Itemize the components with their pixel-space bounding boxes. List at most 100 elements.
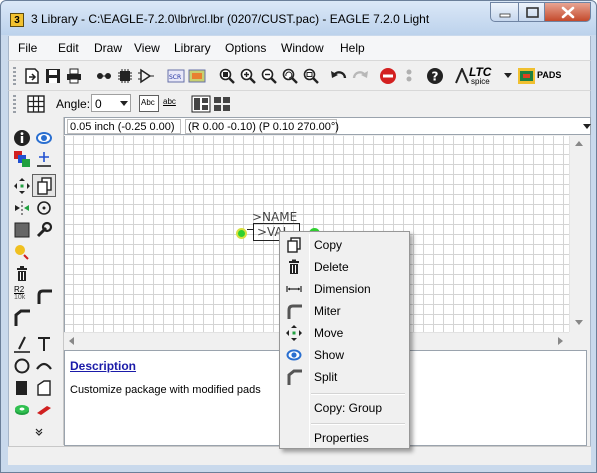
menu-item-copy-group[interactable]: Copy: Group <box>282 397 407 419</box>
print-icon[interactable] <box>65 67 83 85</box>
arc-icon[interactable] <box>35 357 53 375</box>
menu-item-properties[interactable]: Properties <box>282 427 407 449</box>
title-bar[interactable]: 3 3 Library - C:\EAGLE-7.2.0\lbr\rcl.lbr… <box>1 1 596 35</box>
close-button[interactable] <box>544 2 591 22</box>
menu-view[interactable]: View <box>134 41 160 55</box>
chevron-down-icon[interactable] <box>504 73 512 79</box>
menu-help[interactable]: Help <box>340 41 365 55</box>
miter-icon <box>287 304 302 319</box>
ltspice-button[interactable]: LTC spice <box>455 65 501 86</box>
menu-bar: File Edit Draw View Library Options Wind… <box>8 36 591 60</box>
text-style-button-2[interactable]: abc <box>161 95 181 112</box>
menu-separator <box>311 393 405 395</box>
toolbar-grip[interactable] <box>13 67 16 85</box>
circle-icon[interactable] <box>13 357 31 375</box>
menu-item-label: Copy: Group <box>314 401 383 415</box>
maximize-button[interactable] <box>518 2 545 22</box>
relative-coordinate-display: (R 0.00 -0.10) (P 0.10 270.00°) <box>185 119 339 134</box>
undo-icon[interactable] <box>330 67 348 85</box>
menu-item-move[interactable]: Move <box>282 322 407 344</box>
package-name-label[interactable]: >NAME <box>252 211 297 223</box>
copy-tool-button[interactable] <box>32 174 56 197</box>
split-icon[interactable] <box>13 309 31 327</box>
menu-item-split[interactable]: Split <box>282 366 407 388</box>
chevron-down-icon[interactable] <box>583 124 591 129</box>
menu-item-label: Dimension <box>314 282 371 296</box>
scroll-up-icon[interactable] <box>575 141 583 146</box>
group-icon[interactable] <box>13 221 31 239</box>
redo-icon[interactable] <box>351 67 369 85</box>
go-icon[interactable] <box>400 67 418 85</box>
scroll-down-icon[interactable] <box>575 320 583 325</box>
menu-options[interactable]: Options <box>225 41 266 55</box>
stop-icon[interactable] <box>379 67 397 85</box>
menu-draw[interactable]: Draw <box>94 41 122 55</box>
rotate-icon[interactable] <box>35 199 53 217</box>
help-icon[interactable]: ? <box>426 67 444 85</box>
display-icon[interactable] <box>13 150 31 168</box>
schematic-icon[interactable] <box>137 67 155 85</box>
info-icon[interactable] <box>13 129 31 147</box>
board-icon[interactable] <box>116 67 134 85</box>
menu-item-delete[interactable]: Delete <box>282 256 407 278</box>
description-link[interactable]: Description <box>70 359 136 373</box>
zoom-fit-icon[interactable] <box>218 67 236 85</box>
layout-icon[interactable] <box>212 95 232 113</box>
open-icon[interactable] <box>23 67 41 85</box>
angle-select[interactable]: 0 <box>91 94 131 112</box>
mirror-icon[interactable] <box>13 199 31 217</box>
show-icon[interactable] <box>35 129 53 147</box>
ratio-icon[interactable] <box>191 95 211 113</box>
change-icon[interactable] <box>35 221 53 239</box>
pads-button[interactable]: PADS <box>518 68 568 85</box>
pads-label: PADS <box>537 70 562 80</box>
pad-left[interactable] <box>236 228 247 239</box>
zoom-out-icon[interactable] <box>260 67 278 85</box>
menu-item-label: Miter <box>314 304 341 318</box>
smd-icon[interactable] <box>35 401 53 419</box>
toolbar-grip[interactable] <box>13 95 16 113</box>
grid-icon[interactable] <box>27 95 45 113</box>
pad-icon[interactable] <box>13 401 31 419</box>
chevron-down-icon[interactable] <box>34 427 44 437</box>
angle-label: Angle: <box>56 97 91 111</box>
vertical-scrollbar[interactable] <box>569 136 587 332</box>
menu-window[interactable]: Window <box>281 41 324 55</box>
delete-icon[interactable] <box>13 265 31 283</box>
zoom-in-icon[interactable] <box>239 67 257 85</box>
move-icon[interactable] <box>13 177 31 195</box>
svg-text:?: ? <box>432 70 439 84</box>
zoom-select-icon[interactable] <box>302 67 320 85</box>
script-icon[interactable]: SCR <box>167 67 185 85</box>
dimension-icon <box>286 286 302 292</box>
miter-icon[interactable] <box>35 287 53 305</box>
menu-edit[interactable]: Edit <box>58 41 79 55</box>
menu-item-label: Properties <box>314 431 369 445</box>
menu-item-copy[interactable]: Copy <box>282 234 407 256</box>
rect-icon[interactable] <box>13 379 31 397</box>
menu-file[interactable]: File <box>18 41 37 55</box>
scroll-left-icon[interactable] <box>69 337 74 345</box>
wire-icon[interactable] <box>13 335 31 353</box>
zoom-redraw-icon[interactable] <box>281 67 299 85</box>
menu-library[interactable]: Library <box>174 41 211 55</box>
ltc-logo-icon <box>455 68 469 84</box>
mark-icon[interactable] <box>35 150 53 168</box>
name-tool-button[interactable]: R2 10k <box>13 285 33 303</box>
save-icon[interactable] <box>44 67 62 85</box>
scroll-right-icon[interactable] <box>558 337 563 345</box>
menu-item-show[interactable]: Show <box>282 344 407 366</box>
menu-item-miter[interactable]: Miter <box>282 300 407 322</box>
coordinate-bar[interactable]: 0.05 inch (-0.25 0.00) (R 0.00 -0.10) (P… <box>64 117 591 135</box>
paste-icon[interactable] <box>13 243 31 261</box>
minimize-button[interactable] <box>490 2 519 22</box>
menu-item-dimension[interactable]: Dimension <box>282 278 407 300</box>
ulp-icon[interactable] <box>188 67 206 85</box>
text-style-label-1: Abc <box>141 98 155 107</box>
polygon-icon[interactable] <box>35 379 53 397</box>
cam-icon[interactable] <box>95 67 113 85</box>
text-icon[interactable] <box>35 335 53 353</box>
coordinate-display: 0.05 inch (-0.25 0.00) <box>67 119 181 134</box>
chevron-down-icon <box>120 101 128 106</box>
text-style-button-1[interactable]: Abc <box>139 95 159 112</box>
